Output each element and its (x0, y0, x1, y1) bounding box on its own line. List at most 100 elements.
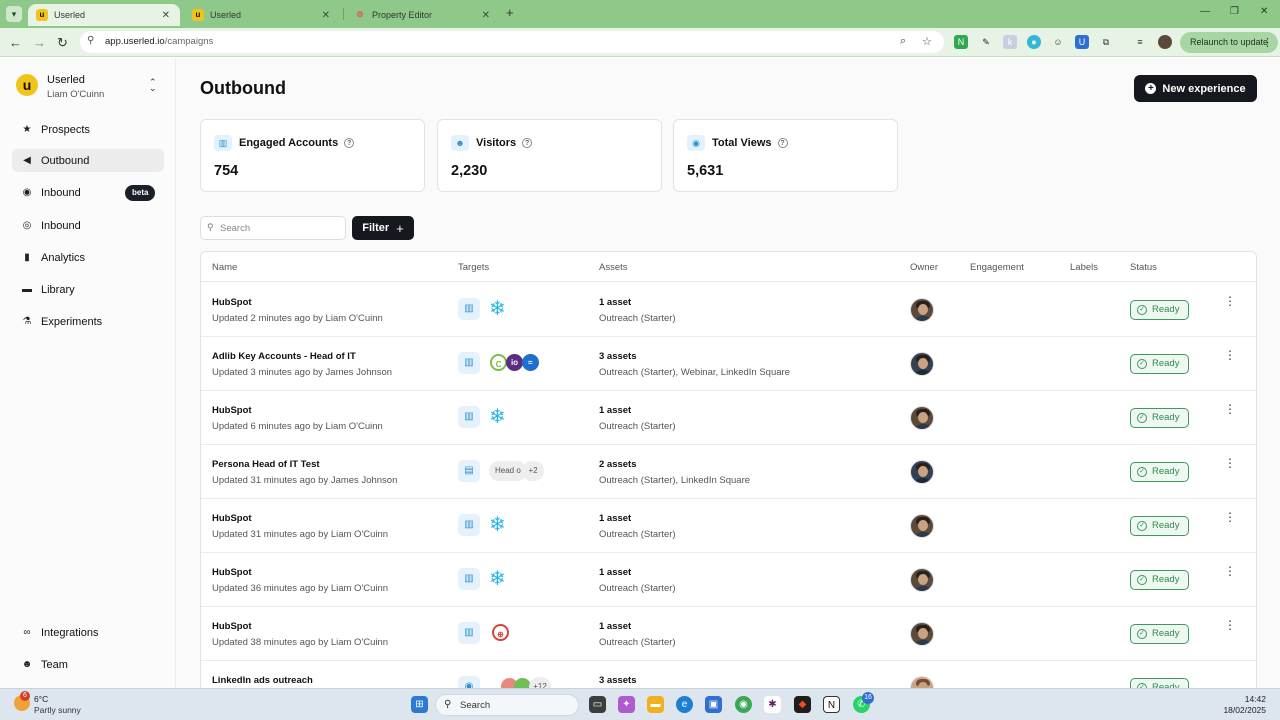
help-icon[interactable]: ? (344, 138, 355, 148)
table-row[interactable]: LinkedIn ads outreach ◉ +12 3 assets ✓ Re… (201, 661, 1256, 688)
notion-icon[interactable]: N (823, 696, 840, 713)
clock-time[interactable]: 14:42 (1222, 694, 1266, 704)
sidebar-item-prospects[interactable]: ★ Prospects (12, 118, 164, 141)
target-logo-icon: ⊕ (492, 624, 509, 641)
row-menu-icon[interactable]: ⋮ (1224, 295, 1236, 307)
puzzle-icon[interactable]: ⧉ (1099, 35, 1113, 49)
new-experience-button[interactable]: + New experience (1134, 75, 1257, 102)
close-tab-icon[interactable]: ✕ (322, 10, 330, 21)
owner-avatar (910, 298, 934, 322)
close-tab-icon[interactable]: ✕ (482, 10, 490, 21)
site-info-icon[interactable]: ⚲ (87, 35, 94, 46)
restore-icon[interactable]: ❐ (1230, 6, 1239, 17)
address-bar[interactable]: ⚲ app.userled.io/campaigns ⌕ ☆ (80, 31, 944, 53)
table-row[interactable]: Adlib Key Accounts - Head of IT Updated … (201, 337, 1256, 391)
campaign-name[interactable]: HubSpot (212, 405, 252, 416)
campaign-name[interactable]: HubSpot (212, 297, 252, 308)
campaign-updated: Updated 31 minutes ago by Liam O'Cuinn (212, 529, 389, 540)
windows-start-icon[interactable]: ⊞ (411, 696, 428, 713)
status-badge: ✓ Ready (1130, 678, 1190, 688)
browser-menu-icon[interactable]: ⋮ (1262, 36, 1273, 49)
asset-list: Outreach (Starter) (599, 529, 676, 540)
campaign-name[interactable]: LinkedIn ads outreach (212, 675, 313, 686)
extension-icon[interactable]: k (1003, 35, 1017, 49)
extension-icon[interactable]: ● (1027, 35, 1041, 49)
sidebar-item-integrations[interactable]: ∞ Integrations (12, 621, 164, 644)
row-menu-icon[interactable]: ⋮ (1224, 511, 1236, 523)
status-badge: ✓ Ready (1130, 354, 1190, 374)
figma-icon[interactable]: ◆ (794, 696, 811, 713)
company-logo-icon: io (506, 354, 523, 371)
sidebar-item-team[interactable]: ☻ Team (12, 653, 164, 676)
copilot-icon[interactable]: ✦ (618, 696, 635, 713)
column-header-targets[interactable]: Targets (458, 262, 489, 273)
campaign-name[interactable]: HubSpot (212, 621, 252, 632)
snowflake-logo-icon: ❄ (489, 514, 506, 536)
sidebar-item-inbound[interactable]: ◉ Inbound beta (12, 181, 164, 204)
bookmark-star-icon[interactable]: ☆ (922, 35, 932, 48)
eyedropper-icon[interactable]: ✎ (979, 35, 993, 49)
row-menu-icon[interactable]: ⋮ (1224, 565, 1236, 577)
tab-search-icon[interactable]: ▾ (6, 6, 22, 22)
zoom-icon[interactable]: ⌕ (900, 35, 906, 48)
ghost-extension-icon[interactable]: ☺ (1051, 35, 1065, 49)
column-header-owner[interactable]: Owner (910, 262, 938, 273)
task-view-icon[interactable]: ▭ (589, 696, 606, 713)
campaign-updated: Updated 36 minutes ago by Liam O'Cuinn (212, 583, 389, 594)
help-icon[interactable]: ? (522, 138, 533, 148)
building-icon: ▥ (214, 135, 232, 151)
row-menu-icon[interactable]: ⋮ (1224, 457, 1236, 469)
help-icon[interactable]: ? (777, 138, 788, 148)
sidebar-item-experiments[interactable]: ⚗ Experiments (12, 310, 164, 333)
os-taskbar: 6 6°C Partly sunny ⊞ ⚲ Search ▭ ✦ ▬ e ▣ … (0, 688, 1280, 720)
edge-icon[interactable]: e (676, 696, 693, 713)
row-menu-icon[interactable]: ⋮ (1224, 349, 1236, 361)
asset-list: Outreach (Starter) (599, 637, 676, 648)
browser-tab-2[interactable]: u Userled ✕ (184, 4, 340, 26)
close-tab-icon[interactable]: ✕ (162, 10, 170, 21)
row-menu-icon[interactable]: ⋮ (1224, 619, 1236, 631)
column-header-engagement[interactable]: Engagement (970, 262, 1024, 273)
sidebar-item-outbound[interactable]: ◀ Outbound (12, 149, 164, 172)
sidebar-item-analytics[interactable]: ▮ Analytics (12, 246, 164, 269)
browser-tab-1[interactable]: u Userled ✕ (28, 4, 180, 26)
browser-tab-3[interactable]: ⚙ Property Editor ✕ (346, 4, 500, 26)
campaign-name[interactable]: HubSpot (212, 567, 252, 578)
extension-new-icon[interactable]: N (954, 35, 968, 49)
table-row[interactable]: HubSpot Updated 38 minutes ago by Liam O… (201, 607, 1256, 661)
filter-button[interactable]: Filter + (352, 216, 414, 240)
forward-icon[interactable]: → (33, 35, 46, 50)
close-window-icon[interactable]: ✕ (1260, 6, 1268, 17)
column-header-labels[interactable]: Labels (1070, 262, 1098, 273)
column-header-status[interactable]: Status (1130, 262, 1157, 273)
table-row[interactable]: HubSpot Updated 36 minutes ago by Liam O… (201, 553, 1256, 607)
slack-icon[interactable]: ✱ (764, 696, 781, 713)
clock-date[interactable]: 18/02/2025 (1212, 705, 1266, 715)
table-row[interactable]: HubSpot Updated 6 minutes ago by Liam O'… (201, 391, 1256, 445)
store-icon[interactable]: ▣ (705, 696, 722, 713)
profile-avatar[interactable] (1158, 35, 1172, 49)
extension-icon[interactable]: U (1075, 35, 1089, 49)
table-row[interactable]: HubSpot Updated 2 minutes ago by Liam O'… (201, 283, 1256, 337)
chrome-icon[interactable]: ◉ (735, 696, 752, 713)
stat-value: 2,230 (451, 163, 488, 179)
reading-list-icon[interactable]: ≡ (1133, 35, 1147, 49)
taskbar-search[interactable]: ⚲ Search (435, 694, 579, 716)
campaign-name[interactable]: HubSpot (212, 513, 252, 524)
back-icon[interactable]: ← (9, 35, 22, 50)
campaign-name[interactable]: Adlib Key Accounts - Head of IT (212, 351, 356, 362)
sidebar-item-inbound-2[interactable]: ◎ Inbound (12, 214, 164, 237)
row-menu-icon[interactable]: ⋮ (1224, 403, 1236, 415)
table-row[interactable]: Persona Head of IT Test Updated 31 minut… (201, 445, 1256, 499)
reload-icon[interactable]: ↻ (57, 35, 68, 51)
sidebar-item-library[interactable]: ▬ Library (12, 278, 164, 301)
campaign-name[interactable]: Persona Head of IT Test (212, 459, 320, 470)
workspace-switcher-icon[interactable]: ⌃ ⌄ (149, 78, 157, 93)
column-header-assets[interactable]: Assets (599, 262, 628, 273)
column-header-name[interactable]: Name (212, 262, 237, 273)
search-input[interactable] (220, 221, 340, 236)
minimize-icon[interactable]: — (1200, 6, 1210, 17)
new-tab-icon[interactable]: + (506, 5, 514, 20)
file-explorer-icon[interactable]: ▬ (647, 696, 664, 713)
table-row[interactable]: HubSpot Updated 31 minutes ago by Liam O… (201, 499, 1256, 553)
